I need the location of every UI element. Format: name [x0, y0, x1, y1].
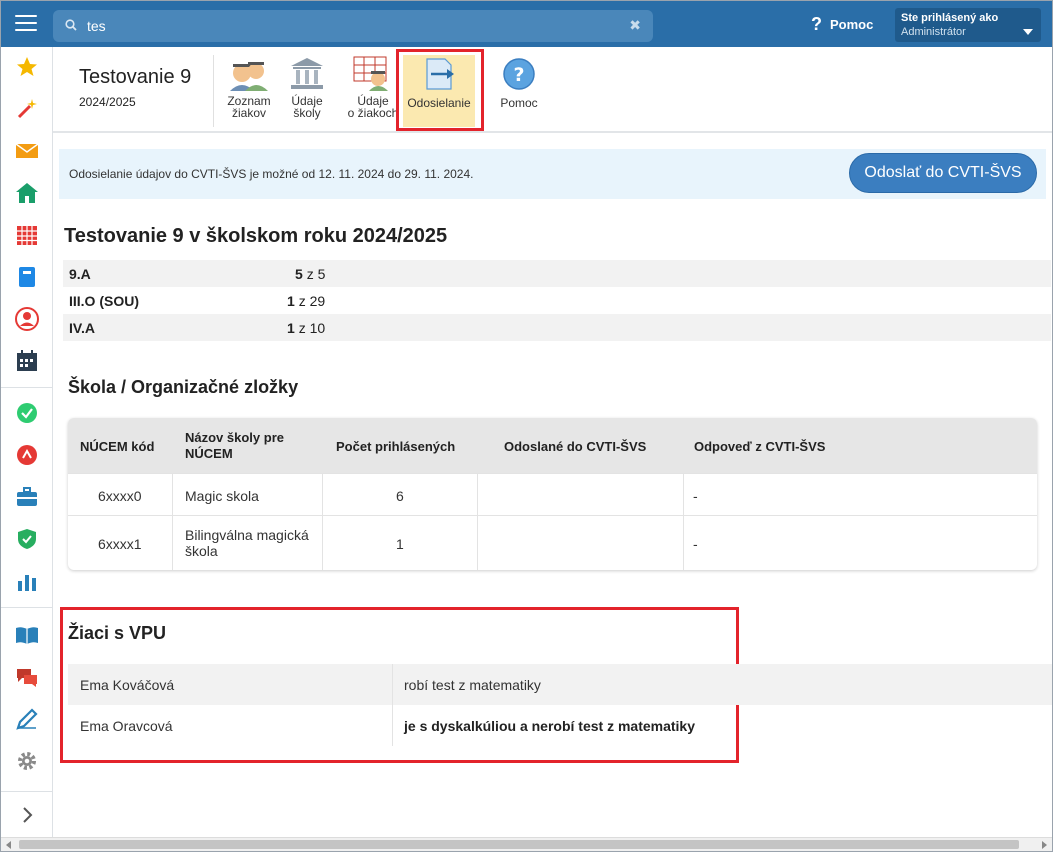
help-link[interactable]: ? Pomoc	[811, 14, 873, 35]
students-icon	[230, 62, 268, 91]
class-name: IV.A	[69, 320, 95, 336]
class-summary-row: IV.A 1 z 10	[63, 314, 1051, 341]
sidebar-divider	[1, 387, 53, 388]
registered-count: 1	[396, 536, 404, 552]
star-icon[interactable]	[15, 55, 39, 79]
clear-search-icon[interactable]: ✖	[629, 17, 641, 34]
tool-school-data[interactable]: Údaje školy	[271, 55, 343, 127]
open-book-icon[interactable]	[15, 623, 39, 647]
question-icon: ?	[811, 14, 822, 34]
class-summary-row: III.O (SOU) 1 z 29	[63, 287, 1051, 314]
table-row: 6xxxx1 Bilingválna magická škola 1 -	[68, 515, 1037, 570]
tool-label: Pomoc	[500, 96, 538, 110]
scrollbar-thumb[interactable]	[19, 840, 1019, 849]
user-menu[interactable]: Ste prihlásený ako Administrátor	[895, 8, 1041, 42]
class-count: 1 z 29	[287, 293, 326, 309]
search-input[interactable]	[87, 15, 627, 37]
book-icon[interactable]	[15, 265, 39, 289]
check-circle-icon[interactable]	[15, 401, 39, 425]
info-banner: Odosielanie údajov do CVTI-ŠVS je možné …	[59, 149, 1046, 199]
user-icon[interactable]	[15, 307, 39, 331]
column-divider	[392, 664, 393, 705]
cancel-circle-icon[interactable]	[15, 443, 39, 467]
gear-icon[interactable]	[15, 749, 39, 773]
sending-highlight	[396, 49, 484, 131]
cvti-response: -	[693, 536, 698, 552]
scroll-right-icon[interactable]	[1042, 841, 1047, 849]
student-name: Ema Oravcová	[80, 718, 173, 734]
scroll-left-icon[interactable]	[6, 841, 11, 849]
sidebar	[1, 47, 53, 837]
vpu-heading: Žiaci s VPU	[68, 623, 167, 643]
hamburger-menu-icon[interactable]	[15, 15, 37, 33]
table-row: Ema Oravcová je s dyskalkúliou a nerobí …	[68, 705, 1052, 746]
column-header: Názov školy pre NÚCEM	[185, 430, 284, 461]
svg-text:?: ?	[513, 64, 524, 86]
tool-label: školy	[293, 106, 321, 120]
magic-wand-icon[interactable]	[15, 97, 39, 121]
briefcase-icon[interactable]	[15, 485, 39, 509]
column-header: Odoslané do CVTI-ŠVS	[504, 439, 647, 454]
home-icon[interactable]	[15, 181, 39, 205]
registered-count: 6	[396, 488, 404, 504]
help-label: Pomoc	[830, 17, 874, 32]
student-note: robí test z matematiky	[404, 677, 541, 693]
chat-icon[interactable]	[15, 665, 39, 689]
school-table-header: NÚCEM kód Názov školy pre NÚCEM Počet pr…	[68, 418, 1037, 473]
calendar-icon[interactable]	[15, 349, 39, 373]
mail-icon[interactable]	[15, 139, 39, 163]
top-bar: ✖ ? Pomoc Ste prihlásený ako Administrát…	[1, 1, 1052, 47]
column-divider	[172, 473, 173, 570]
pen-icon[interactable]	[15, 707, 39, 731]
search-box[interactable]: ✖	[53, 10, 653, 42]
student-grid-icon	[353, 56, 388, 91]
school-heading: Škola / Organizačné zložky	[68, 377, 299, 397]
banner-text: Odosielanie údajov do CVTI-ŠVS je možné …	[69, 167, 474, 181]
nucem-code: 6xxxx0	[98, 488, 142, 504]
timetable-icon[interactable]	[15, 223, 39, 247]
column-header: Počet prihlásených	[336, 439, 456, 454]
class-count: 1 z 10	[287, 320, 326, 336]
school-table: NÚCEM kód Názov školy pre NÚCEM Počet pr…	[68, 418, 1037, 570]
tool-help[interactable]: ? Pomoc	[483, 55, 555, 127]
bar-chart-icon[interactable]	[15, 569, 39, 593]
class-summary-row: 9.A 5 z 5	[63, 260, 1051, 287]
help-circle-icon: ?	[503, 58, 535, 90]
module-title: Testovanie 9	[79, 66, 192, 88]
student-note: je s dyskalkúliou a nerobí test z matema…	[404, 718, 695, 734]
summary-heading: Testovanie 9 v školskom roku 2024/2025	[64, 225, 448, 247]
table-row: Ema Kováčová robí test z matematiky	[68, 664, 1052, 705]
column-divider	[322, 473, 323, 570]
horizontal-scrollbar[interactable]	[1, 837, 1052, 851]
class-name: III.O (SOU)	[69, 293, 139, 309]
cvti-response: -	[693, 488, 698, 504]
vpu-table: Ema Kováčová robí test z matematiky Ema …	[68, 664, 1052, 746]
school-name: Bilingválna magická škola	[185, 527, 309, 559]
column-divider	[683, 473, 684, 570]
column-divider	[477, 473, 478, 570]
sidebar-divider	[1, 791, 53, 792]
table-row: 6xxxx0 Magic skola 6 -	[68, 473, 1037, 515]
chevron-right-icon[interactable]	[15, 803, 39, 827]
search-icon	[65, 19, 77, 31]
class-name: 9.A	[69, 266, 91, 282]
sidebar-divider	[1, 607, 53, 608]
column-header: Odpoveď z CVTI-ŠVS	[694, 439, 826, 454]
column-header: NÚCEM kód	[80, 439, 155, 454]
send-to-cvti-button[interactable]: Odoslať do CVTI-ŠVS	[849, 153, 1037, 193]
user-role: Administrátor	[901, 26, 966, 38]
school-building-icon	[291, 58, 323, 89]
class-count: 5 z 5	[295, 266, 326, 282]
chevron-down-icon	[1023, 29, 1033, 35]
school-name: Magic skola	[185, 488, 259, 504]
module-header: Testovanie 9 2024/2025 Zoznam žiakov Úda…	[53, 47, 1052, 133]
nucem-code: 6xxxx1	[98, 536, 142, 552]
user-caption: Ste prihlásený ako	[901, 12, 999, 24]
column-divider	[392, 705, 393, 746]
shield-icon[interactable]	[15, 527, 39, 551]
student-name: Ema Kováčová	[80, 677, 175, 693]
module-year: 2024/2025	[79, 95, 136, 109]
